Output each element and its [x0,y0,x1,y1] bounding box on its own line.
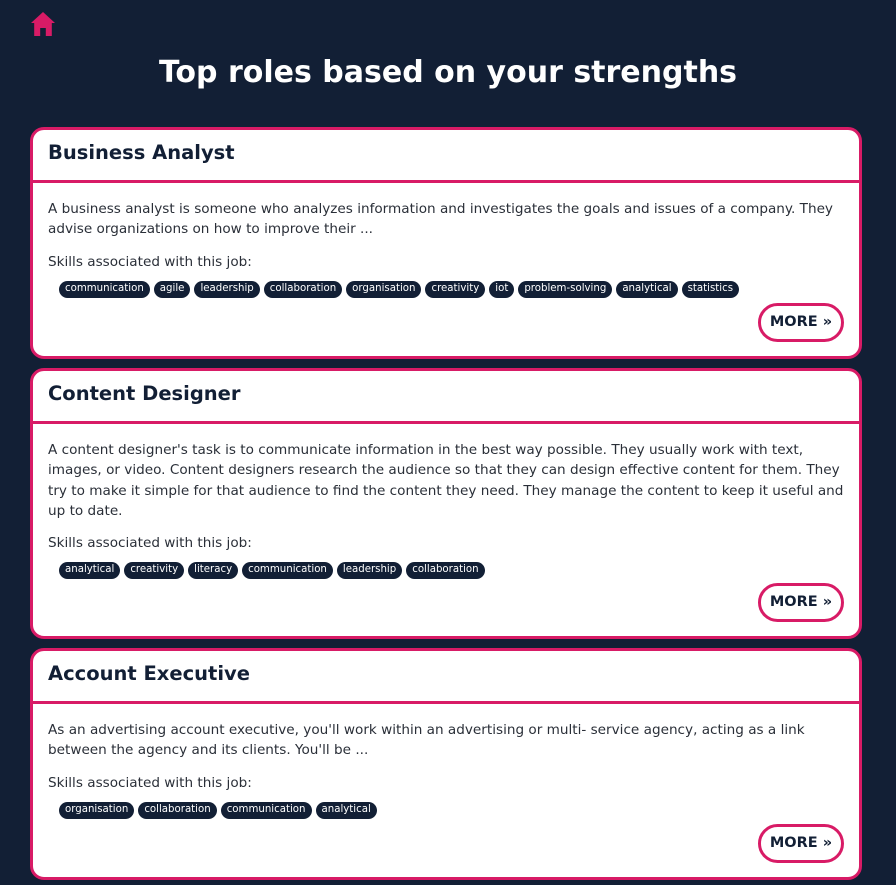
more-button[interactable]: MORE » [758,824,844,863]
skills-label: Skills associated with this job: [48,774,252,791]
page: Top roles based on your strengths Busine… [0,0,896,885]
skill-tag: communication [59,280,150,298]
skill-tag: problem-solving [518,280,613,298]
skill-tag: communication [220,801,312,819]
more-button[interactable]: MORE » [758,583,844,622]
home-button[interactable] [30,11,56,37]
skill-tag: creativity [124,562,185,580]
role-card: Business Analyst A business analyst is s… [30,127,862,359]
role-card-header: Account Executive [33,651,859,704]
skill-tag: organisation [346,280,422,298]
skill-tag: analytical [59,562,121,580]
skill-tag: leadership [194,280,260,298]
skill-tag: creativity [425,280,486,298]
skill-tag: leadership [336,562,403,580]
skill-tags: communication agile leadership collabora… [48,280,844,298]
skill-tag: communication [242,562,333,580]
skill-tag: iot [489,280,515,298]
role-title: Account Executive [48,662,250,685]
role-card-body: A business analyst is someone who analyz… [33,183,859,298]
skill-tag: analytical [616,280,678,298]
skill-tag: collaboration [138,801,217,819]
skill-tag: collaboration [263,280,343,298]
role-list: Business Analyst A business analyst is s… [30,127,862,885]
skill-tags: analytical creativity literacy communica… [48,562,844,580]
role-card-body: As an advertising account executive, you… [33,704,859,819]
role-card: Content Designer A content designer's ta… [30,368,862,639]
role-description: As an advertising account executive, you… [48,722,805,759]
skill-tag: organisation [59,801,135,819]
skill-tags: organisation collaboration communication… [48,801,844,819]
role-description: A content designer's task is to communic… [48,442,844,519]
role-title: Content Designer [48,382,241,405]
home-icon [31,12,55,36]
skill-tag: analytical [315,801,377,819]
role-card: Account Executive As an advertising acco… [30,648,862,880]
role-card-header: Business Analyst [33,130,859,183]
role-card-header: Content Designer [33,371,859,424]
more-button[interactable]: MORE » [758,303,844,342]
role-title: Business Analyst [48,141,235,164]
skills-label: Skills associated with this job: [48,535,252,552]
skill-tag: agile [153,280,191,298]
skill-tag: collaboration [406,562,485,580]
skill-tag: statistics [681,280,740,298]
skill-tag: literacy [188,562,239,580]
role-description: A business analyst is someone who analyz… [48,201,833,238]
skills-label: Skills associated with this job: [48,253,252,270]
role-card-body: A content designer's task is to communic… [33,424,859,580]
page-title: Top roles based on your strengths [158,55,738,90]
